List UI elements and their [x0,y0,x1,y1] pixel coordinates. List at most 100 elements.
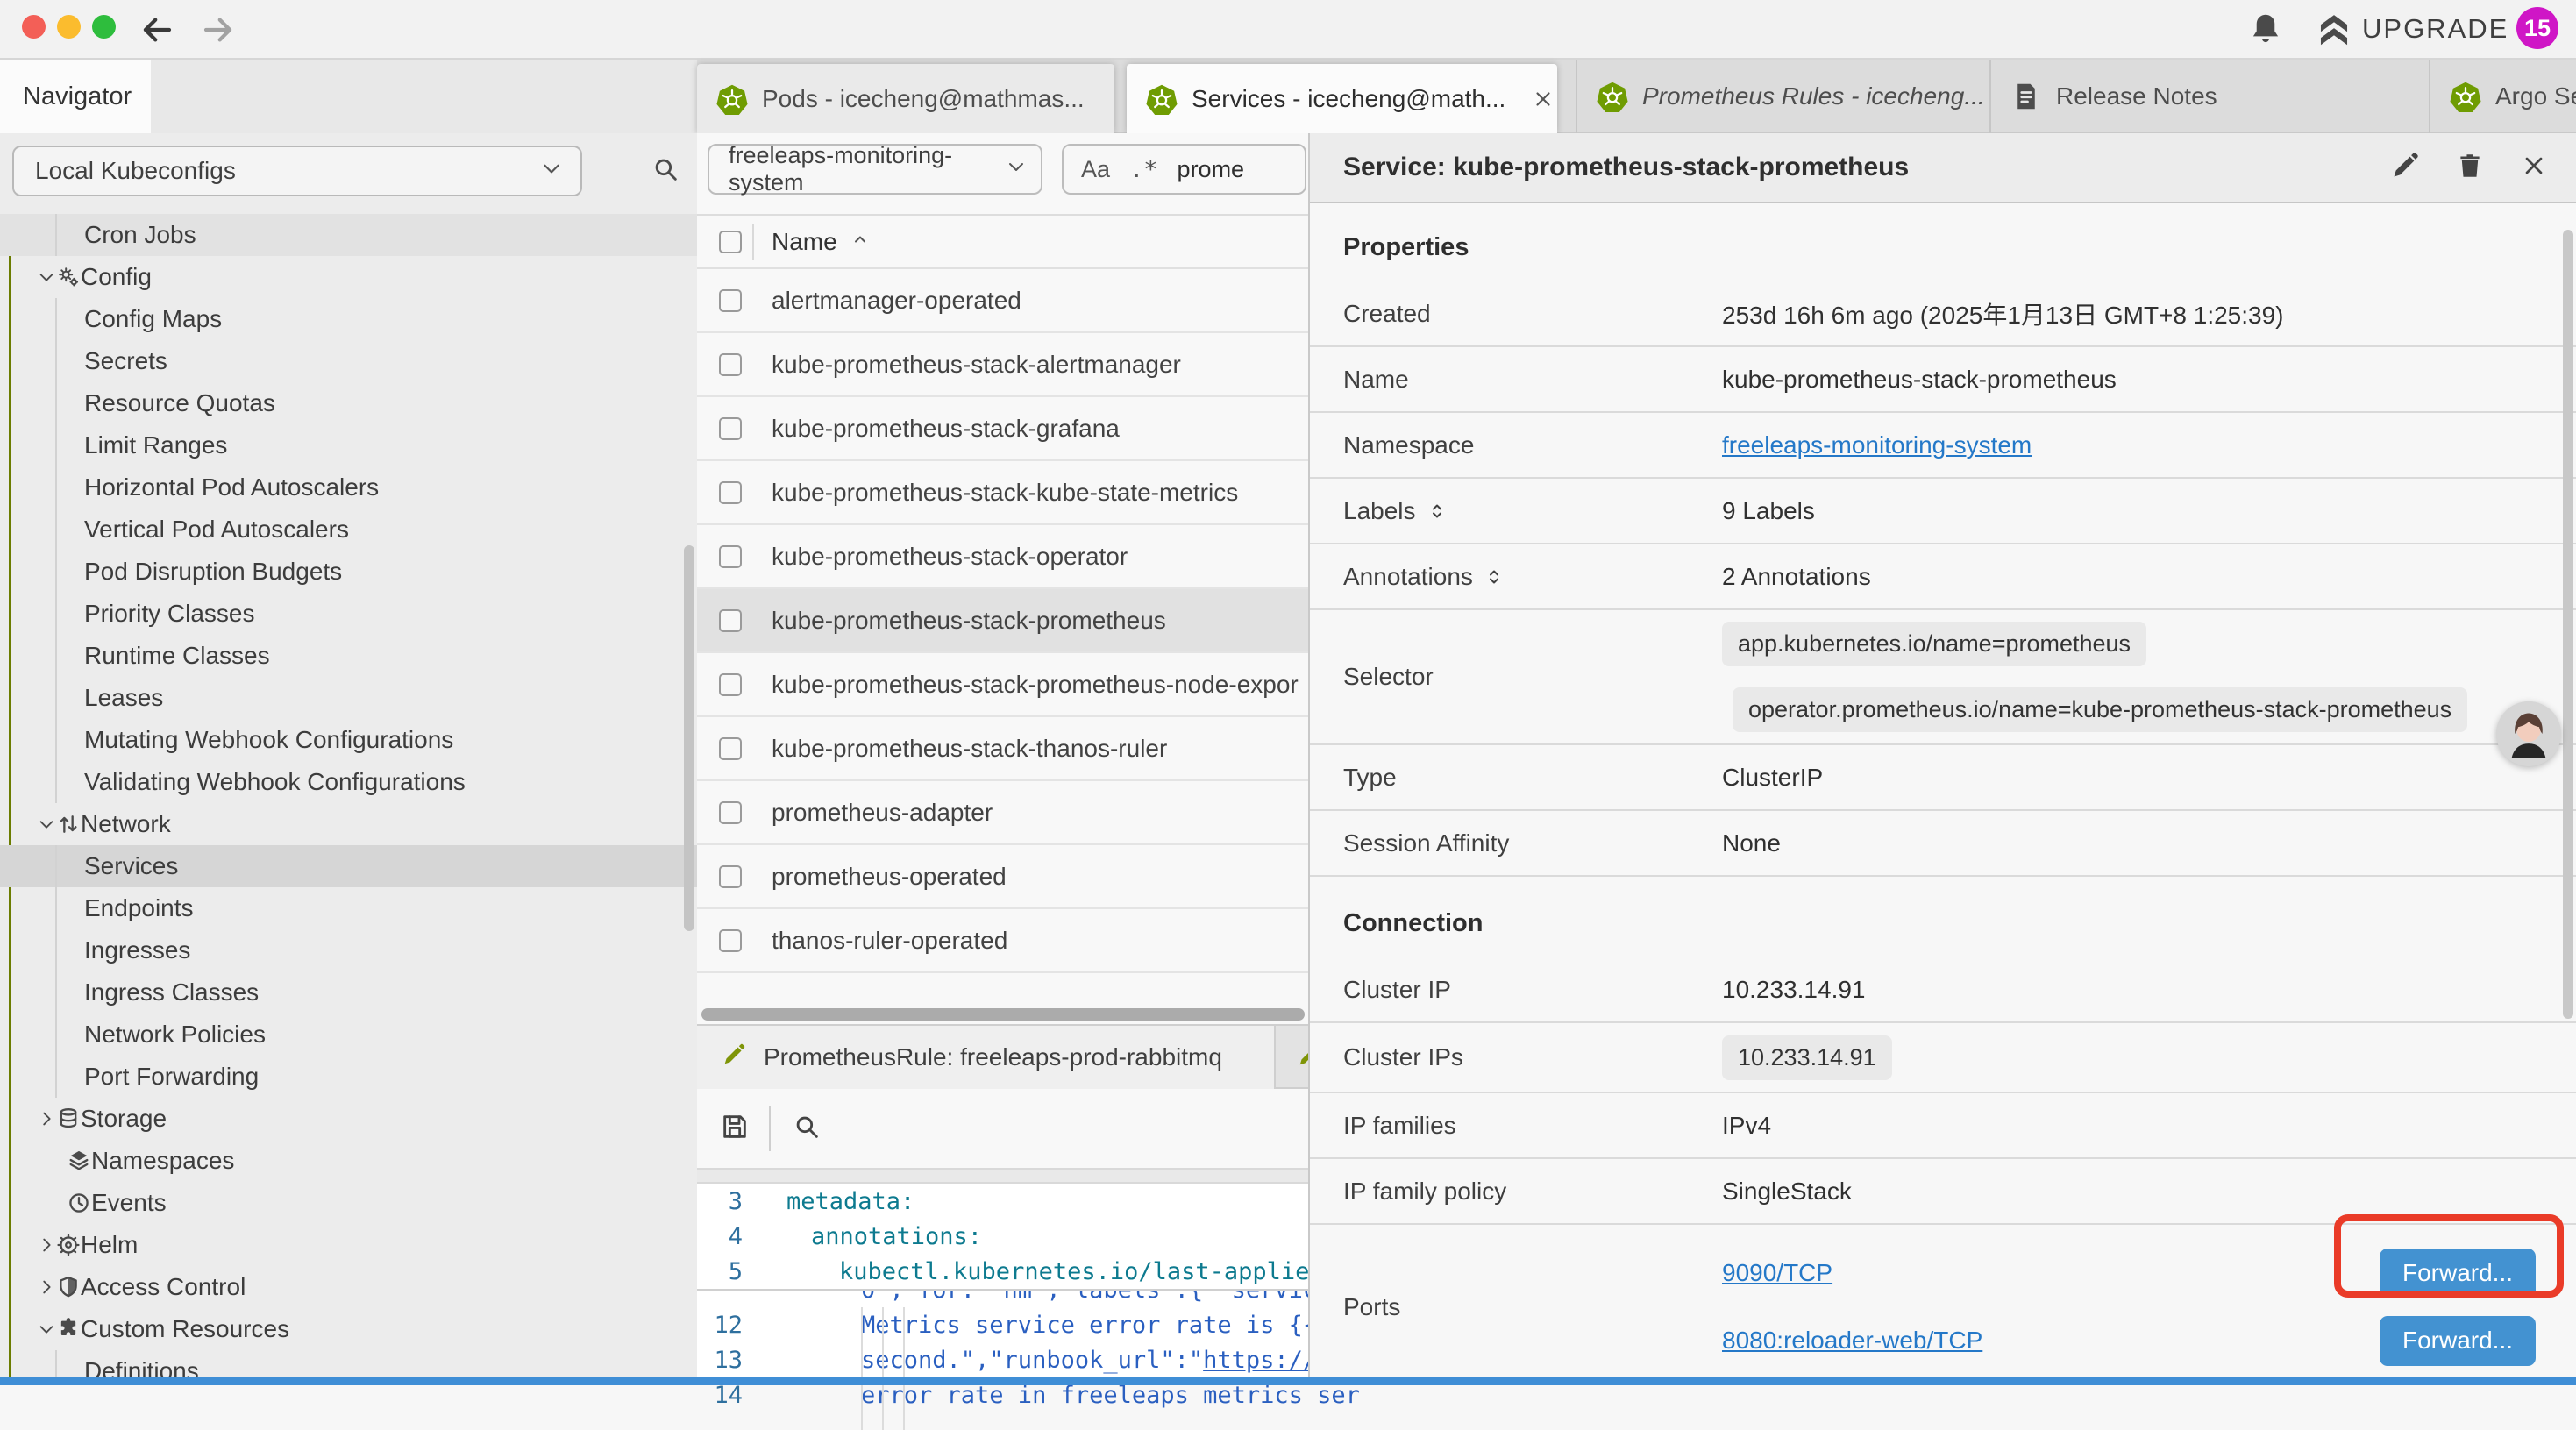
notification-count-badge[interactable]: 15 [2516,7,2558,49]
sidebar-search-icon[interactable] [651,154,680,189]
chevron-down-icon[interactable] [37,267,56,287]
doc-tab-5[interactable]: Argo Se [2429,60,2576,133]
table-row[interactable]: kube-prometheus-stack-kube-state-metrics [697,461,1308,525]
forward-button[interactable]: Forward... [2380,1316,2536,1366]
sidebar-item-network-policies[interactable]: Network Policies [0,1014,697,1056]
sidebar-item-storage[interactable]: Storage [0,1098,697,1140]
regex-icon[interactable]: .* [1129,156,1158,183]
table-row[interactable]: kube-prometheus-stack-alertmanager [697,333,1308,397]
close-tab-icon[interactable] [1532,88,1555,110]
table-row[interactable]: prometheus-operated [697,845,1308,909]
delete-trash-icon[interactable] [2455,151,2485,185]
sidebar-item-priority-classes[interactable]: Priority Classes [0,593,697,635]
chevron-down-icon[interactable] [37,1320,56,1339]
user-avatar[interactable] [2496,701,2561,766]
row-checkbox[interactable] [719,865,742,888]
editor-tab-prometheusrule[interactable]: PrometheusRule: freeleaps-prod-rabbitmq [697,1026,1276,1089]
sidebar-item-custom-resources[interactable]: Custom Resources [0,1308,697,1350]
sidebar-item-endpoints[interactable]: Endpoints [0,887,697,929]
kubeconfig-selector-value: Local Kubeconfigs [35,157,236,185]
sidebar-item-services[interactable]: Services [0,845,697,887]
table-row[interactable]: kube-prometheus-stack-prometheus-node-ex… [697,653,1308,717]
doc-tab-2[interactable]: Services - icecheng@math... [1127,64,1557,133]
table-row[interactable]: prometheus-adapter [697,781,1308,845]
sidebar-item-ingresses[interactable]: Ingresses [0,929,697,971]
sidebar-item-helm[interactable]: Helm [0,1224,697,1266]
column-header-name[interactable]: Name [772,228,837,256]
row-checkbox[interactable] [719,737,742,760]
upgrade-button[interactable]: UPGRADE [2362,13,2508,45]
kubeconfig-selector[interactable]: Local Kubeconfigs [12,146,582,196]
expand-updown-icon[interactable] [1427,501,1448,522]
row-checkbox[interactable] [719,673,742,696]
editor-search-icon[interactable] [792,1112,822,1146]
traffic-light-close-icon[interactable] [22,15,46,39]
sidebar-item-horizontal-pod-autoscalers[interactable]: Horizontal Pod Autoscalers [0,466,697,509]
property-label: Ports [1343,1293,1400,1321]
sidebar-item-cron-jobs[interactable]: Cron Jobs [0,214,697,256]
sidebar-item-config-maps[interactable]: Config Maps [0,298,697,340]
row-checkbox[interactable] [719,417,742,440]
yaml-editor[interactable]: 3metadata:4annotations:5kubectl.kubernet… [697,1184,1308,1385]
traffic-light-zoom-icon[interactable] [92,15,116,39]
chevron-down-icon[interactable] [37,815,56,834]
sidebar-item-secrets[interactable]: Secrets [0,340,697,382]
sidebar-item-events[interactable]: Events [0,1182,697,1224]
doc-tab-1[interactable]: Pods - icecheng@mathmas... [697,64,1114,133]
chevron-right-icon[interactable] [37,1235,56,1255]
sidebar-item-network[interactable]: Network [0,803,697,845]
upgrade-chevrons-icon[interactable] [2315,11,2353,53]
edit-pencil-icon[interactable] [2390,151,2420,185]
row-checkbox[interactable] [719,545,742,568]
tab-navigator[interactable]: Navigator [0,60,151,133]
sidebar-item-access-control[interactable]: Access Control [0,1266,697,1308]
forward-arrow-icon[interactable] [200,11,237,53]
port-link[interactable]: 9090/TCP [1722,1259,1832,1287]
sidebar-item-namespaces[interactable]: Namespaces [0,1140,697,1182]
row-checkbox[interactable] [719,609,742,632]
detail-panel-scrollbar[interactable] [2563,230,2573,1019]
sidebar-item-port-forwarding[interactable]: Port Forwarding [0,1056,697,1098]
row-checkbox[interactable] [719,801,742,824]
close-icon[interactable] [2520,152,2548,184]
save-icon[interactable] [720,1112,750,1146]
sidebar-item-validating-webhook-configurations[interactable]: Validating Webhook Configurations [0,761,697,803]
row-checkbox[interactable] [719,929,742,952]
back-arrow-icon[interactable] [139,11,175,53]
table-row[interactable]: alertmanager-operated [697,269,1308,333]
table-row[interactable]: kube-prometheus-stack-thanos-ruler [697,717,1308,781]
sidebar-item-mutating-webhook-configurations[interactable]: Mutating Webhook Configurations [0,719,697,761]
chevron-right-icon[interactable] [37,1277,56,1297]
expand-updown-icon[interactable] [1484,566,1505,587]
sidebar-item-limit-ranges[interactable]: Limit Ranges [0,424,697,466]
row-checkbox[interactable] [719,353,742,376]
sidebar-item-runtime-classes[interactable]: Runtime Classes [0,635,697,677]
filter-input[interactable]: Aa .* prome [1062,144,1306,195]
namespace-selector[interactable]: freeleaps-monitoring-system [708,144,1042,195]
sidebar-item-resource-quotas[interactable]: Resource Quotas [0,382,697,424]
table-row[interactable]: thanos-ruler-operated [697,909,1308,973]
sidebar-scrollbar[interactable] [684,545,694,931]
sidebar-item-ingress-classes[interactable]: Ingress Classes [0,971,697,1014]
namespace-link[interactable]: freeleaps-monitoring-system [1722,431,2032,459]
sidebar-item-config[interactable]: Config [0,256,697,298]
table-row[interactable]: kube-prometheus-stack-operator [697,525,1308,589]
doc-tab-4[interactable]: Release Notes [1989,60,2429,133]
match-case-icon[interactable]: Aa [1081,156,1110,183]
row-checkbox[interactable] [719,289,742,312]
port-link[interactable]: 8080:reloader-web/TCP [1722,1327,1982,1355]
doc-tab-3[interactable]: Prometheus Rules - icecheng... [1576,60,1989,133]
sidebar-item-vertical-pod-autoscalers[interactable]: Vertical Pod Autoscalers [0,509,697,551]
notifications-bell-icon[interactable] [2246,11,2285,53]
chevron-right-icon[interactable] [37,1109,56,1128]
select-all-checkbox[interactable] [719,231,742,253]
sidebar-item-leases[interactable]: Leases [0,677,697,719]
table-row[interactable]: kube-prometheus-stack-prometheus [697,589,1308,653]
sort-ascending-icon[interactable] [850,229,871,254]
table-horizontal-scrollbar[interactable] [701,1008,1305,1021]
editor-tab-partial[interactable] [1277,1026,1308,1089]
row-checkbox[interactable] [719,481,742,504]
traffic-light-minimize-icon[interactable] [57,15,81,39]
sidebar-item-pod-disruption-budgets[interactable]: Pod Disruption Budgets [0,551,697,593]
table-row[interactable]: kube-prometheus-stack-grafana [697,397,1308,461]
